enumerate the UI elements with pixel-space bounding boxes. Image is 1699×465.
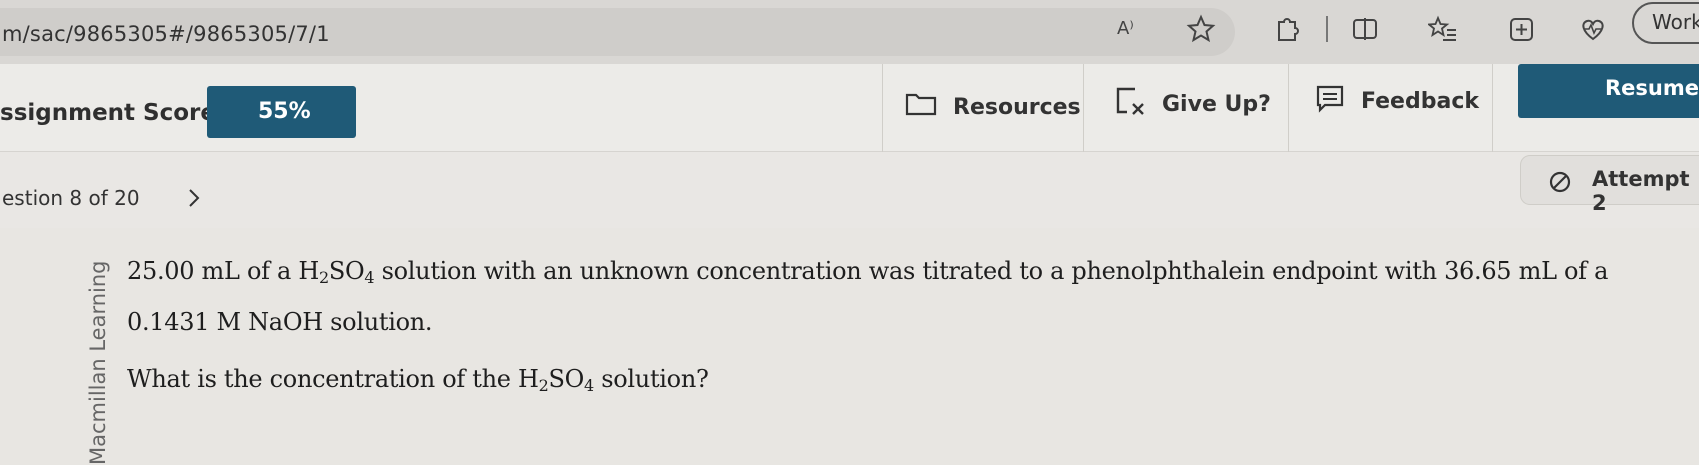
resources-label: Resources [953,95,1081,120]
assignment-score-value: 55% [258,99,311,124]
publisher-side-label: Macmillan Learning [86,260,110,465]
favorite-star-icon[interactable] [1186,14,1216,44]
address-bar-url[interactable]: m/sac/9865305#/9865305/7/1 [2,22,330,46]
attempt-label: Attempt 2 [1592,167,1690,215]
assignment-score-label: ssignment Score: [0,100,226,126]
no-entry-icon [1549,171,1571,193]
give-up-label: Give Up? [1162,92,1271,117]
resources-folder-icon [905,93,937,116]
question-text-line-2: 0.1431 M NaOH solution. [127,308,433,336]
split-screen-icon[interactable] [1350,14,1380,44]
feedback-label: Feedback [1361,89,1479,114]
question-text-line-1: 25.00 mL of a H2SO4 solution with an unk… [127,257,1609,287]
chevron-right-icon[interactable] [186,187,202,209]
work-profile-label: Work [1652,10,1699,34]
favorites-list-icon[interactable] [1428,14,1458,44]
heart-pulse-icon[interactable] [1578,14,1608,44]
question-position: estion 8 of 20 [2,186,140,210]
resume-label: Resume [1605,76,1699,100]
give-up-icon [1116,87,1144,115]
read-aloud-icon[interactable]: A⁾ [1117,18,1134,39]
question-prompt: What is the concentration of the H2SO4 s… [127,365,709,395]
extensions-icon[interactable] [1272,14,1302,44]
add-collection-icon[interactable] [1507,14,1537,44]
toolbar-divider [1326,16,1328,42]
feedback-icon [1316,85,1344,113]
